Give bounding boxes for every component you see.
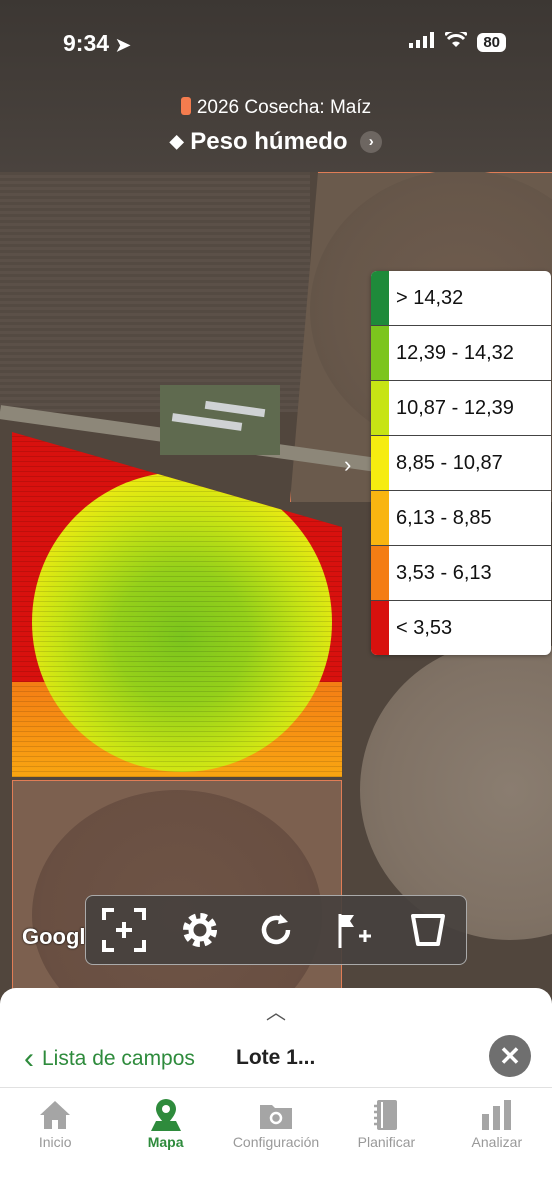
tab-label: Planificar	[357, 1134, 416, 1150]
tab-label: Mapa	[147, 1134, 184, 1150]
chevron-left-icon: ‹	[24, 1042, 34, 1075]
legend-row: 8,85 - 10,87	[371, 436, 551, 491]
map-pin-icon	[149, 1096, 183, 1134]
legend-swatch	[371, 436, 389, 490]
signal-icon	[409, 32, 435, 53]
legend-row: > 14,32	[371, 271, 551, 326]
legend-row: < 3,53	[371, 601, 551, 655]
sheet-expand-chevron-icon[interactable]: ︿	[266, 996, 286, 1025]
back-label: Lista de campos	[42, 1047, 195, 1070]
legend-label: 12,39 - 14,32	[396, 341, 514, 364]
back-to-field-list[interactable]: ‹ Lista de campos	[24, 1042, 195, 1076]
legend-label: 10,87 - 12,39	[396, 396, 514, 419]
tab-label: Configuración	[232, 1134, 320, 1150]
legend-row: 3,53 - 6,13	[371, 546, 551, 601]
legend-swatch	[371, 546, 389, 600]
layer-selector[interactable]: ◆ Peso húmedo ›	[0, 128, 552, 156]
location-arrow-icon: ➤	[115, 35, 131, 55]
flag-add-icon[interactable]	[326, 904, 378, 956]
status-indicators: 80	[409, 28, 506, 53]
folder-gear-icon	[258, 1096, 294, 1134]
legend-row: 6,13 - 8,85	[371, 491, 551, 546]
tab-configuracion[interactable]: Configuración	[221, 1088, 331, 1201]
tab-label: Analizar	[471, 1134, 523, 1150]
legend-label: 3,53 - 6,13	[396, 561, 492, 584]
battery-indicator: 80	[477, 33, 506, 52]
map-field-nw	[0, 172, 310, 412]
layers-icon: ◆	[169, 131, 184, 151]
map-attribution: Googl	[22, 924, 86, 949]
legend-swatch	[371, 601, 389, 655]
legend-swatch	[371, 271, 389, 325]
tab-mapa[interactable]: Mapa	[110, 1088, 220, 1201]
focus-add-icon[interactable]	[98, 904, 150, 956]
season-label: 2026 Cosecha: Maíz	[196, 97, 372, 118]
wifi-icon	[444, 28, 469, 53]
legend-swatch	[371, 491, 389, 545]
legend-toggle-chevron-icon[interactable]: ›	[344, 452, 351, 478]
field-bottom-sheet: ︿ ‹ Lista de campos Lote 1... ✕	[0, 988, 552, 1088]
chevron-right-icon[interactable]: ›	[360, 131, 383, 153]
map-toolbar	[85, 895, 467, 965]
yield-legend: > 14,32 12,39 - 14,32 10,87 - 12,39 8,85…	[371, 271, 551, 655]
tab-planificar[interactable]: Planificar	[331, 1088, 441, 1201]
status-time: 9:34 ➤	[63, 30, 131, 57]
legend-label: < 3,53	[396, 616, 453, 639]
boundary-icon[interactable]	[402, 904, 454, 956]
legend-label: 6,13 - 8,85	[396, 506, 492, 529]
field-name: Lote 1...	[236, 1046, 316, 1069]
legend-label: > 14,32	[396, 286, 464, 309]
close-icon[interactable]: ✕	[489, 1035, 531, 1077]
notebook-icon	[371, 1096, 401, 1134]
tab-bar: Inicio Mapa Configuración Planificar Ana…	[0, 1087, 552, 1201]
legend-row: 10,87 - 12,39	[371, 381, 551, 436]
bar-chart-icon	[479, 1096, 515, 1134]
refresh-icon[interactable]	[250, 904, 302, 956]
home-icon	[38, 1096, 72, 1134]
legend-swatch	[371, 326, 389, 380]
tab-inicio[interactable]: Inicio	[0, 1088, 110, 1201]
legend-row: 12,39 - 14,32	[371, 326, 551, 381]
status-time-text: 9:34	[63, 30, 110, 56]
legend-label: 8,85 - 10,87	[396, 451, 503, 474]
top-header: 9:34 ➤ 80 2026 Cosecha: Maíz ◆ Peso húme…	[0, 0, 552, 172]
season-selector[interactable]: 2026 Cosecha: Maíz	[0, 97, 552, 119]
gear-icon[interactable]	[174, 904, 226, 956]
legend-swatch	[371, 381, 389, 435]
layer-label: Peso húmedo	[190, 128, 348, 155]
tab-analizar[interactable]: Analizar	[442, 1088, 552, 1201]
tab-label: Inicio	[38, 1134, 72, 1150]
season-color-swatch	[180, 97, 191, 115]
